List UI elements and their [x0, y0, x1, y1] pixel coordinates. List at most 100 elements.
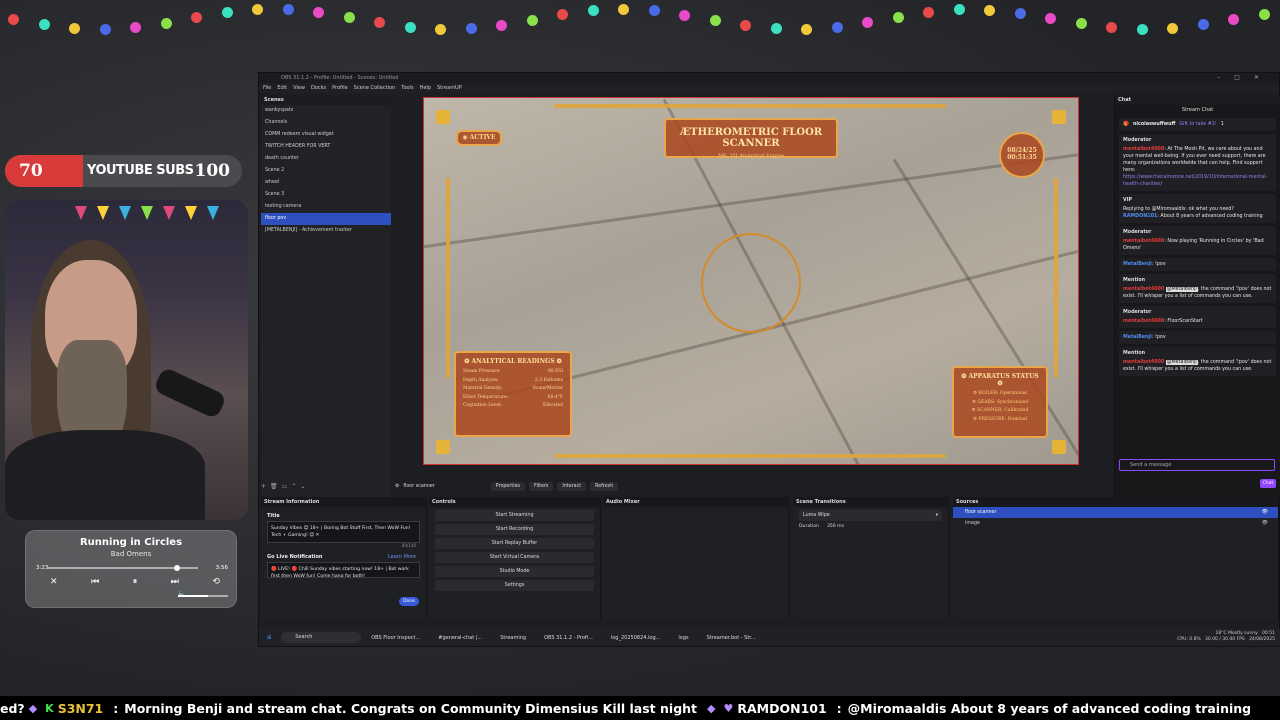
source-item[interactable]: floor scanner 👁	[953, 507, 1278, 518]
menu-item-view[interactable]: View	[293, 83, 305, 93]
visibility-eye-icon[interactable]: 👁	[1262, 507, 1268, 518]
total-time: 3:56	[215, 565, 228, 571]
control-button-start-replay-buffer[interactable]: Start Replay Buffer	[435, 538, 594, 549]
chat-text: : FloorScanStart	[1164, 319, 1203, 324]
light-bulb	[1258, 8, 1270, 20]
taskbar-app[interactable]: log_20250824.log...	[611, 635, 661, 641]
close-icon[interactable]: ✕	[1254, 74, 1273, 81]
golive-field[interactable]: 🔴 LIVE! 🔴 Chill Sunday vibes starting no…	[267, 562, 420, 578]
menu-item-tools[interactable]: Tools	[401, 83, 413, 93]
previous-icon[interactable]: ⏮	[91, 577, 99, 587]
progress-knob[interactable]	[174, 565, 180, 571]
ticker-user-1: S3N71	[57, 700, 104, 716]
control-button-start-virtual-camera[interactable]: Start Virtual Camera	[435, 552, 594, 563]
chat-username[interactable]: mentalbot4000	[1123, 360, 1164, 365]
menu-item-help[interactable]: Help	[420, 83, 431, 93]
gift-banner: 🎁 nicolaswuffwuff Gift to take #1! 1	[1119, 118, 1276, 131]
taskbar-app[interactable]: OBS Floor Inspect...	[371, 635, 420, 641]
menu-item-profile[interactable]: Profile	[332, 83, 348, 93]
reading-value: 68.4°F	[547, 394, 563, 400]
progress-track[interactable]	[48, 565, 198, 571]
taskbar-app[interactable]: #general-chat |...	[438, 635, 482, 641]
taskbar-search[interactable]: Search	[281, 632, 362, 643]
scene-item[interactable]: Channels	[261, 117, 391, 129]
delete-icon[interactable]: 🗑	[270, 483, 282, 490]
scene-item[interactable]: floor pov	[261, 213, 391, 225]
scene-item[interactable]: TWITCH HEADER FOR VERT	[261, 141, 391, 153]
chat-send-button[interactable]: Chat	[1260, 479, 1276, 488]
chat-input[interactable]: Send a message	[1119, 459, 1275, 471]
menu-item-edit[interactable]: Edit	[277, 83, 287, 93]
taskbar-app[interactable]: logs	[678, 635, 688, 641]
hud-date: 08/24/25	[1007, 147, 1037, 154]
properties-button[interactable]: Properties	[490, 481, 526, 491]
move-down-icon[interactable]: ⌄	[300, 483, 309, 490]
filters-button[interactable]: Filters	[529, 481, 554, 491]
chat-username[interactable]: MetalBenji	[1123, 335, 1152, 340]
light-bulb	[38, 19, 50, 31]
chat-link[interactable]: https://www.thecalmzone.net/2019/10/inte…	[1123, 174, 1272, 188]
scene-item[interactable]: Scene 3	[261, 189, 391, 201]
scenes-title: Scenes	[261, 95, 391, 105]
shuffle-icon[interactable]: ✕	[50, 577, 58, 587]
interact-button[interactable]: Interact	[557, 481, 587, 491]
taskbar-app[interactable]: Streaming	[500, 635, 526, 641]
minimize-icon[interactable]: –	[1217, 74, 1234, 81]
move-up-icon[interactable]: ⌃	[291, 483, 300, 490]
active-badge: ◉ ACTIVE	[456, 130, 502, 146]
light-bulb	[892, 11, 904, 23]
refresh-button[interactable]: Refresh	[590, 481, 619, 491]
chat-username[interactable]: RAMDON101	[1123, 214, 1157, 219]
scene-item[interactable]: testing camera	[261, 201, 391, 213]
taskbar-app[interactable]: Streamer.bot - Str...	[707, 635, 756, 641]
scene-item[interactable]: death counter	[261, 153, 391, 165]
learn-more-link[interactable]: Learn More	[388, 554, 416, 560]
chat-username[interactable]: mentalbot4000	[1123, 147, 1164, 152]
hud-time: 00:51:35	[1007, 154, 1037, 161]
chat-line: MetalBenji: !pov	[1123, 261, 1272, 268]
menu-item-file[interactable]: File	[263, 83, 271, 93]
chat-username[interactable]: mentalbot4000	[1123, 239, 1164, 244]
filter-icon[interactable]: ▭	[282, 483, 292, 490]
menu-item-streamup[interactable]: StreamUP	[437, 83, 462, 93]
scene-list: wankyspats Channels COMM redeem visual wid…	[261, 105, 391, 237]
light-bulb	[8, 14, 19, 25]
scene-item[interactable]: COMM redeem visual widget	[261, 129, 391, 141]
gift-icon: 🎁	[1123, 122, 1129, 127]
scene-item[interactable]: wankyspats	[261, 105, 391, 117]
chat-username[interactable]: mentalbot4000	[1123, 319, 1164, 324]
preview-canvas[interactable]: ÆTHEROMETRIC FLOOR SCANNER MK. VII Analy…	[423, 97, 1079, 465]
scene-item[interactable]: Scene 2	[261, 165, 391, 177]
scene-item[interactable]: wheel	[261, 177, 391, 189]
chat-role-label: Moderator	[1123, 230, 1152, 235]
controls-title: Controls	[429, 497, 600, 507]
control-button-settings[interactable]: Settings	[435, 580, 594, 591]
next-icon[interactable]: ⏭	[171, 577, 179, 587]
control-button-studio-mode[interactable]: Studio Mode	[435, 566, 594, 577]
volume-slider[interactable]	[178, 595, 228, 597]
duration-value[interactable]: 350 ms	[827, 524, 844, 529]
reading-label: Steam Pressure:	[463, 369, 501, 374]
transition-select[interactable]: Luma Wipe ▾	[799, 510, 942, 521]
menu-item-docks[interactable]: Docks	[311, 83, 326, 93]
done-button[interactable]: Done	[399, 597, 419, 606]
menu-item-scene-collection[interactable]: Scene Collection	[354, 83, 396, 93]
source-gear-icon[interactable]: ⚙	[395, 484, 399, 489]
light-bulb	[679, 9, 690, 21]
add-icon[interactable]: +	[261, 483, 270, 490]
chat-username[interactable]: mentalbot4000	[1123, 287, 1164, 292]
maximize-icon[interactable]: □	[1234, 74, 1254, 81]
stream-title-field[interactable]: Sunday Vibes 😊 18+ | Boring Bot Stuff Fi…	[267, 521, 420, 543]
control-button-start-recording[interactable]: Start Recording	[435, 524, 594, 535]
control-button-start-streaming[interactable]: Start Streaming	[435, 510, 594, 521]
windows-start-icon[interactable]: ⊞	[267, 635, 271, 641]
chat-line: mentalbot4000 @MetalBenji, the command '…	[1123, 359, 1272, 373]
pause-icon[interactable]: ⏸	[133, 577, 138, 587]
repeat-icon[interactable]: ⟲	[212, 577, 220, 587]
taskbar-app[interactable]: OBS 31.1.2 - Profi...	[544, 635, 593, 641]
visibility-eye-icon[interactable]: 👁	[1262, 518, 1268, 529]
chat-username[interactable]: MetalBenji	[1123, 262, 1152, 267]
scanner-subtitle: MK. VII Analytical Engine	[718, 153, 784, 159]
source-item[interactable]: image 👁	[953, 518, 1278, 529]
scene-item[interactable]: [METALBENJI] - Achievement tracker	[261, 225, 391, 237]
